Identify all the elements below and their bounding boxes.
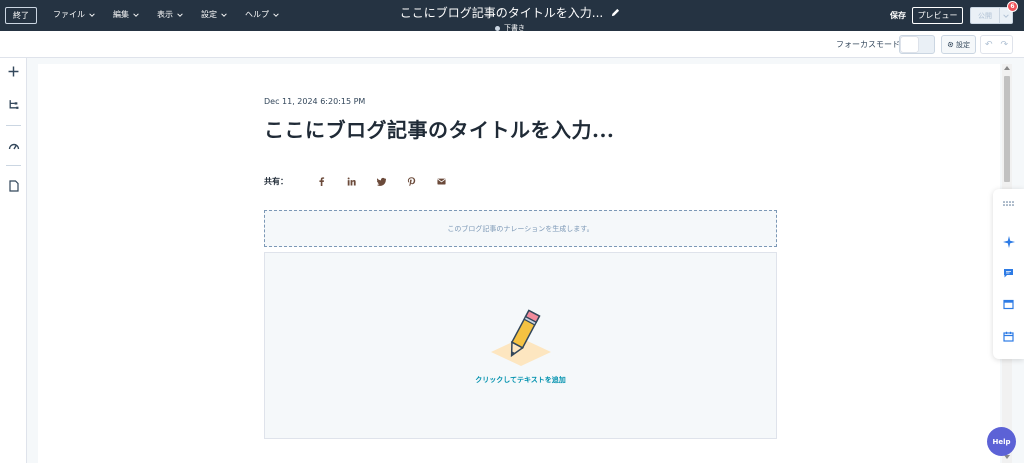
- page-icon[interactable]: [7, 179, 20, 192]
- chevron-down-icon: [221, 12, 227, 17]
- menu-help[interactable]: ヘルプ: [245, 9, 279, 20]
- facebook-icon[interactable]: [306, 175, 336, 187]
- drag-handle-icon[interactable]: [1002, 197, 1015, 210]
- settings-button-label: 設定: [956, 40, 970, 49]
- comment-icon[interactable]: [1002, 267, 1015, 280]
- narration-generate-box[interactable]: このブログ記事のナレーションを生成します。: [264, 210, 777, 247]
- scroll-up-arrow-icon[interactable]: [1004, 66, 1010, 70]
- chevron-down-icon: [177, 12, 183, 17]
- chevron-down-icon: [273, 12, 279, 17]
- menu-settings-label: 設定: [201, 10, 217, 19]
- redo-icon[interactable]: ↷: [997, 36, 1013, 53]
- add-icon[interactable]: [7, 65, 20, 78]
- chevron-down-icon: [1003, 13, 1009, 18]
- preview-button[interactable]: プレビュー: [912, 7, 963, 24]
- structure-icon[interactable]: [7, 98, 20, 111]
- pencil-icon[interactable]: [611, 8, 620, 17]
- save-button[interactable]: 保存: [890, 10, 906, 21]
- narration-placeholder: このブログ記事のナレーションを生成します。: [447, 224, 594, 233]
- notification-badge: 6: [1007, 1, 1018, 12]
- menu-help-label: ヘルプ: [245, 10, 269, 19]
- publish-button-group: 公開: [970, 7, 1013, 24]
- gear-icon: [947, 41, 954, 48]
- pencil-illustration-icon: [491, 309, 551, 366]
- email-icon[interactable]: [426, 175, 456, 187]
- chevron-down-icon: [89, 12, 95, 17]
- twitter-icon[interactable]: [366, 175, 396, 187]
- exit-button[interactable]: 終了: [5, 7, 37, 24]
- toggle-knob: [901, 37, 918, 52]
- pinterest-icon[interactable]: [396, 175, 426, 187]
- menu-edit[interactable]: 編集: [113, 9, 139, 20]
- left-sidebar: [0, 58, 27, 463]
- rich-text-module[interactable]: クリックしてテキストを追加: [264, 252, 777, 439]
- divider: [6, 165, 21, 166]
- scroll-thumb[interactable]: [1004, 76, 1010, 182]
- right-sidebar: [993, 189, 1024, 359]
- post-title[interactable]: ここにブログ記事のタイトルを入力...: [264, 114, 614, 143]
- calendar-icon[interactable]: [1002, 330, 1015, 343]
- linkedin-icon[interactable]: [336, 175, 366, 187]
- share-bar: 共有：: [264, 175, 456, 187]
- ai-sparkle-icon[interactable]: [1002, 235, 1015, 248]
- document-title[interactable]: ここにブログ記事のタイトルを入力...: [400, 4, 620, 21]
- share-label: 共有：: [264, 176, 288, 186]
- help-button[interactable]: Help: [987, 427, 1016, 456]
- undo-redo-group: ↶ ↷: [980, 35, 1013, 54]
- optimize-gauge-icon[interactable]: [7, 139, 20, 152]
- divider: [6, 125, 21, 126]
- add-text-link[interactable]: クリックしてテキストを追加: [265, 375, 776, 385]
- menu-edit-label: 編集: [113, 10, 129, 19]
- focus-mode-label: フォーカスモード: [836, 40, 900, 49]
- publish-button[interactable]: 公開: [970, 7, 1000, 24]
- menu-view[interactable]: 表示: [157, 9, 183, 20]
- layout-icon[interactable]: [1002, 298, 1015, 311]
- document-title-area: ここにブログ記事のタイトルを入力... 下書き: [380, 2, 640, 33]
- menu-view-label: 表示: [157, 10, 173, 19]
- menu-settings[interactable]: 設定: [201, 9, 227, 20]
- menu-file-label: ファイル: [53, 10, 85, 19]
- focus-mode-toggle[interactable]: [899, 35, 935, 54]
- undo-icon[interactable]: ↶: [981, 36, 997, 53]
- top-bar: 終了 ファイル 編集 表示 設定 ヘルプ ここにブログ記事のタイトルを入力...: [0, 0, 1024, 33]
- post-date: Dec 11, 2024 6:20:15 PM: [264, 97, 366, 106]
- editor-toolbar: フォーカスモード 設定 ↶ ↷: [0, 31, 1024, 58]
- settings-button[interactable]: 設定: [941, 35, 976, 54]
- status-dot-icon: [495, 25, 500, 31]
- chevron-down-icon: [133, 12, 139, 17]
- menu-file[interactable]: ファイル: [53, 9, 95, 20]
- document-title-text: ここにブログ記事のタイトルを入力...: [399, 6, 604, 20]
- menu-bar: ファイル 編集 表示 設定 ヘルプ: [53, 9, 297, 20]
